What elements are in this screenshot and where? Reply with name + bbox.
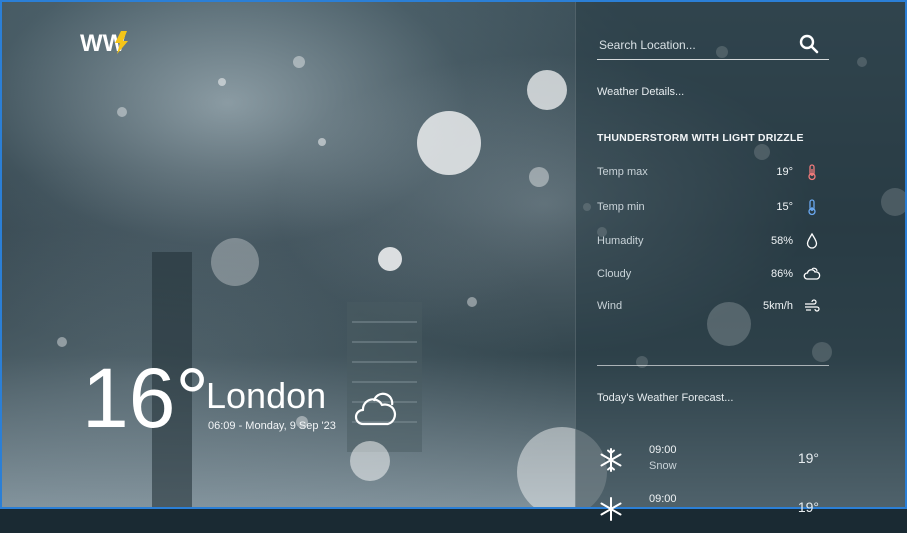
detail-row-temp-min: Temp min 15° [597,198,829,218]
current-datetime: 06:09 - Monday, 9 Sep '23 [208,420,336,432]
forecast-time: 09:00 [649,493,677,505]
search-button[interactable] [799,34,819,54]
detail-row-temp-max: Temp max 19° [597,163,829,183]
detail-value: 5km/h [763,300,793,312]
forecast-temp: 19° [797,450,819,466]
weather-condition: THUNDERSTORM WITH LIGHT DRIZZLE [597,132,804,144]
detail-label: Wind [597,300,623,312]
logo-icon: WW [80,30,128,57]
detail-row-wind: Wind 5km/h [597,297,829,317]
detail-label: Humadity [597,235,644,247]
detail-row-cloudy: Cloudy 86% [597,265,829,285]
forecast-item: 09:00 Snow 19° [597,444,829,484]
forecast-time: 09:00 [649,444,677,456]
forecast-desc: Snow [649,460,677,472]
search-input[interactable] [597,34,796,56]
details-panel [575,2,905,507]
panel-divider [597,365,829,366]
detail-label: Cloudy [597,268,632,280]
snowflake-icon [600,497,622,521]
current-temperature: 16° [82,351,210,445]
thermometer-cold-icon [808,199,816,216]
thermometer-hot-icon [808,164,816,181]
location-search [597,32,829,60]
details-heading: Weather Details... [597,86,685,98]
detail-value: 86% [770,268,793,280]
droplet-icon [806,232,818,249]
detail-value: 58% [770,235,793,247]
search-icon [799,34,819,54]
detail-label: Temp max [597,166,648,178]
cloud-sun-icon [803,267,821,280]
forecast-heading: Today's Weather Forecast... [597,392,734,404]
snowflake-icon [600,448,622,472]
forecast-temp: 19° [797,499,819,515]
detail-row-humidity: Humadity 58% [597,232,829,252]
detail-value: 19° [776,166,793,178]
city-name: London [206,375,327,416]
wind-icon [805,299,820,312]
detail-value: 15° [776,201,793,213]
cloud-icon [354,392,397,426]
app-logo: WW [80,29,132,60]
forecast-item: 09:00 19° [597,493,829,533]
detail-label: Temp min [597,201,645,213]
